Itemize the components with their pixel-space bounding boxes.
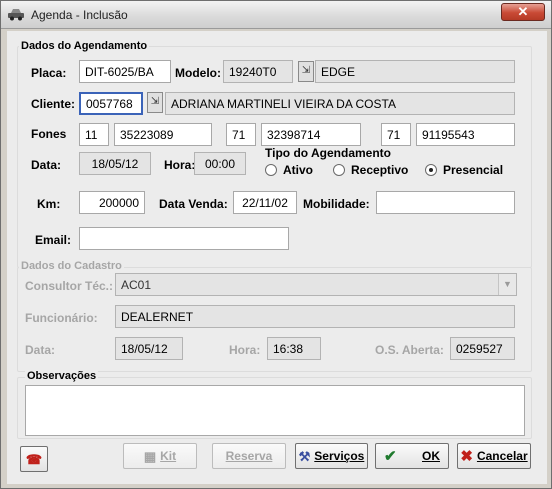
phone-3-number-field[interactable]: 91195543 — [416, 123, 515, 146]
lookup-icon: ⇲ — [150, 96, 160, 107]
phone-2-number-field[interactable]: 32398714 — [261, 123, 361, 146]
cliente-label: Cliente: — [31, 97, 76, 111]
phone-button[interactable]: ☎ — [20, 446, 48, 472]
car-icon — [8, 9, 24, 21]
os-aberta-field[interactable]: 0259527 — [450, 337, 515, 360]
hora-field[interactable]: 00:00 — [194, 152, 246, 175]
reserva-button-label: Reserva — [225, 449, 273, 463]
kit-button[interactable]: ▦ Kit — [123, 443, 197, 469]
email-label: Email: — [35, 233, 72, 247]
cadastro-section-title: Dados do Cadastro — [19, 260, 124, 272]
radio-receptivo-label: Receptivo — [351, 163, 409, 177]
tipo-agendamento-label: Tipo do Agendamento — [265, 146, 391, 160]
data-field[interactable]: 18/05/12 — [79, 152, 151, 175]
mobilidade-field[interactable] — [376, 191, 515, 214]
data-label: Data: — [31, 158, 62, 172]
radio-ativo[interactable]: Ativo — [265, 163, 313, 179]
agendamento-section-title: Dados do Agendamento — [19, 40, 150, 52]
data-venda-label: Data Venda: — [159, 197, 228, 211]
servicos-button-label: Serviços — [314, 449, 365, 463]
cadastro-data-field[interactable]: 18/05/12 — [115, 337, 183, 360]
servicos-button[interactable]: ⚒ Serviços — [295, 443, 368, 469]
cancelar-button[interactable]: ✖ Cancelar — [457, 443, 531, 469]
consultor-select[interactable]: AC01 ▼ — [115, 273, 517, 296]
close-icon: ✕ — [517, 4, 529, 19]
modelo-name-field[interactable]: EDGE — [315, 60, 515, 83]
lookup-icon: ⇲ — [301, 65, 311, 76]
funcionario-label: Funcionário: — [25, 311, 98, 325]
data-venda-field[interactable]: 22/11/02 — [233, 191, 297, 214]
radio-presencial[interactable]: Presencial — [425, 163, 503, 179]
radio-presencial-circle — [425, 164, 437, 176]
fones-label: Fones — [31, 127, 67, 141]
placa-field[interactable]: DIT-6025/BA — [79, 60, 171, 83]
tools-icon: ⚒ — [298, 448, 311, 464]
os-aberta-label: O.S. Aberta: — [375, 343, 444, 357]
email-field[interactable] — [79, 227, 289, 250]
ok-button[interactable]: ✔ OK — [375, 443, 449, 469]
phone-1-number-field[interactable]: 35223089 — [114, 123, 212, 146]
funcionario-field[interactable]: DEALERNET — [115, 305, 515, 328]
cliente-name-field[interactable]: ADRIANA MARTINELI VIEIRA DA COSTA — [165, 92, 515, 115]
cadastro-hora-label: Hora: — [229, 343, 261, 357]
cadastro-hora-field[interactable]: 16:38 — [267, 337, 321, 360]
client-area: Dados do Agendamento Placa: DIT-6025/BA … — [7, 31, 547, 484]
cancelar-button-label: Cancelar — [476, 449, 528, 463]
consultor-label: Consultor Téc.: — [25, 279, 114, 293]
radio-presencial-label: Presencial — [443, 163, 504, 177]
cancel-x-icon: ✖ — [460, 447, 473, 465]
consultor-value: AC01 — [121, 278, 152, 292]
phone-2-ddd-field[interactable]: 71 — [226, 123, 256, 146]
title-bar[interactable]: Agenda - Inclusão ✕ — [1, 1, 551, 29]
km-label: Km: — [37, 197, 61, 211]
mobilidade-label: Mobilidade: — [303, 197, 370, 211]
radio-receptivo-circle — [333, 164, 345, 176]
radio-ativo-circle — [265, 164, 277, 176]
chevron-down-icon[interactable]: ▼ — [498, 274, 516, 295]
telephone-icon: ☎ — [25, 451, 43, 467]
window-title: Agenda - Inclusão — [31, 8, 128, 22]
kit-icon: ▦ — [143, 448, 157, 464]
ok-button-label: OK — [422, 449, 440, 463]
modelo-code-field[interactable]: 19240T0 — [223, 60, 293, 83]
modelo-lookup-button[interactable]: ⇲ — [298, 61, 314, 82]
cadastro-data-label: Data: — [25, 343, 56, 357]
close-button[interactable]: ✕ — [501, 3, 545, 21]
observacoes-section-title: Observações — [25, 370, 99, 382]
phone-1-ddd-field[interactable]: 11 — [79, 123, 109, 146]
observacoes-textarea[interactable] — [25, 385, 525, 436]
radio-ativo-label: Ativo — [283, 163, 313, 177]
placa-label: Placa: — [31, 66, 67, 80]
radio-receptivo[interactable]: Receptivo — [333, 163, 408, 179]
agenda-window: Agenda - Inclusão ✕ Dados do Agendamento… — [0, 0, 552, 489]
hora-label: Hora: — [164, 158, 196, 172]
phone-3-ddd-field[interactable]: 71 — [381, 123, 411, 146]
km-field[interactable]: 200000 — [79, 191, 145, 214]
check-icon: ✔ — [384, 447, 397, 465]
modelo-label: Modelo: — [175, 66, 221, 80]
reserva-button[interactable]: Reserva — [212, 443, 286, 469]
kit-button-label: Kit — [160, 449, 177, 463]
cliente-lookup-button[interactable]: ⇲ — [147, 92, 163, 113]
cliente-code-field[interactable]: 0057768 — [79, 92, 143, 115]
